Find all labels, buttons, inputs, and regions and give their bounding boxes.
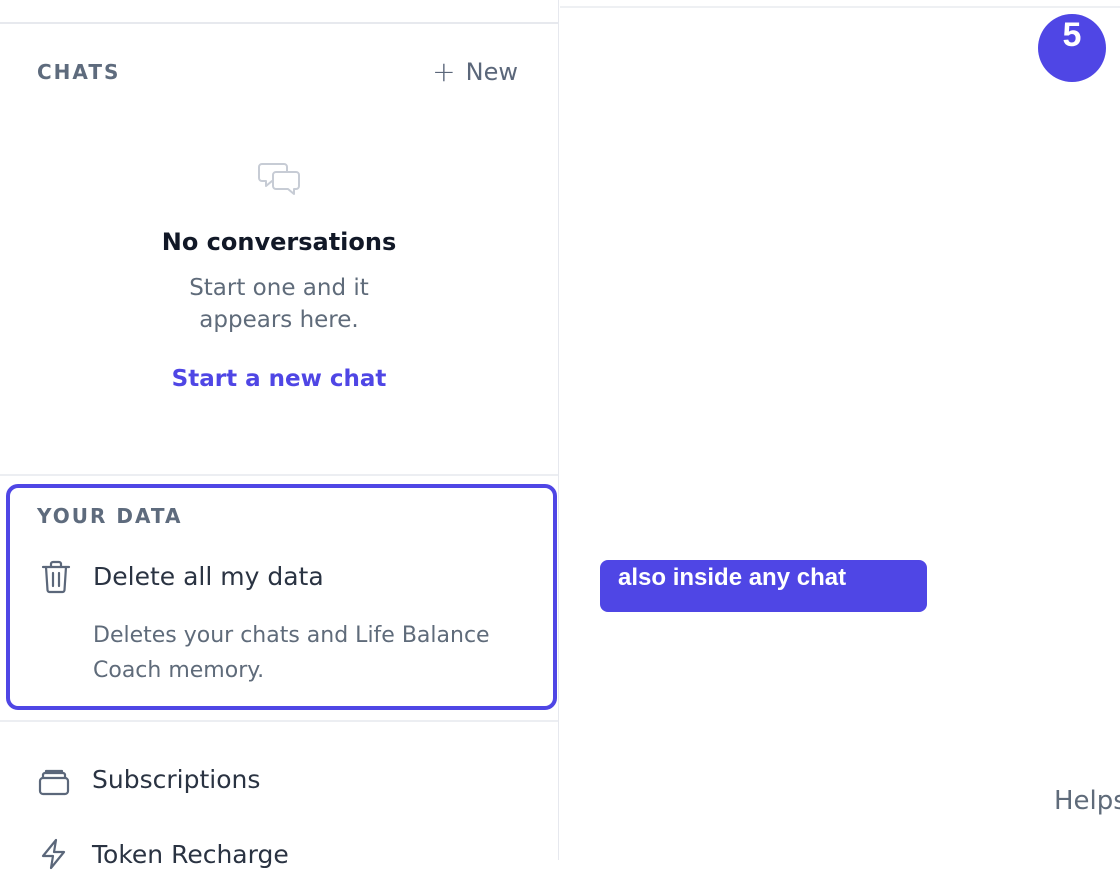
empty-state-subtitle-line: Start one and it [189, 275, 369, 301]
delete-data-description: Deletes your chats and Life Balance Coac… [93, 623, 490, 683]
new-chat-button[interactable]: + New [432, 55, 518, 88]
token-recharge-menu-item[interactable]: Token Recharge [92, 840, 289, 869]
chats-section-title: CHATS [37, 60, 121, 84]
main-partial-text: Helps [1054, 786, 1120, 816]
plus-icon: + [432, 55, 456, 88]
divider [560, 6, 1120, 8]
lightning-icon [41, 838, 66, 870]
start-new-chat-link[interactable]: Start a new chat [0, 366, 558, 392]
divider [0, 720, 558, 722]
your-data-highlight-box: YOUR DATA Delete all my data Deletes you… [6, 484, 557, 710]
step-number-badge: 5 [1038, 14, 1106, 82]
your-data-section-title: YOUR DATA [37, 504, 183, 528]
tour-callout: also inside any chat [600, 560, 927, 612]
subscriptions-menu-item[interactable]: Subscriptions [92, 765, 260, 794]
divider [0, 22, 558, 24]
new-chat-label: New [465, 58, 518, 86]
divider [0, 474, 558, 476]
chat-bubbles-icon [258, 163, 300, 195]
trash-icon[interactable] [41, 560, 71, 594]
empty-state-title: No conversations [161, 228, 397, 256]
empty-state-subtitle: Start one and it appears here. [0, 272, 558, 336]
empty-state-subtitle-line: appears here. [199, 307, 359, 333]
sidebar: CHATS + New No conversations Start one a… [0, 0, 559, 870]
delete-all-data-button[interactable]: Delete all my data [93, 562, 324, 591]
cards-icon [38, 769, 70, 796]
